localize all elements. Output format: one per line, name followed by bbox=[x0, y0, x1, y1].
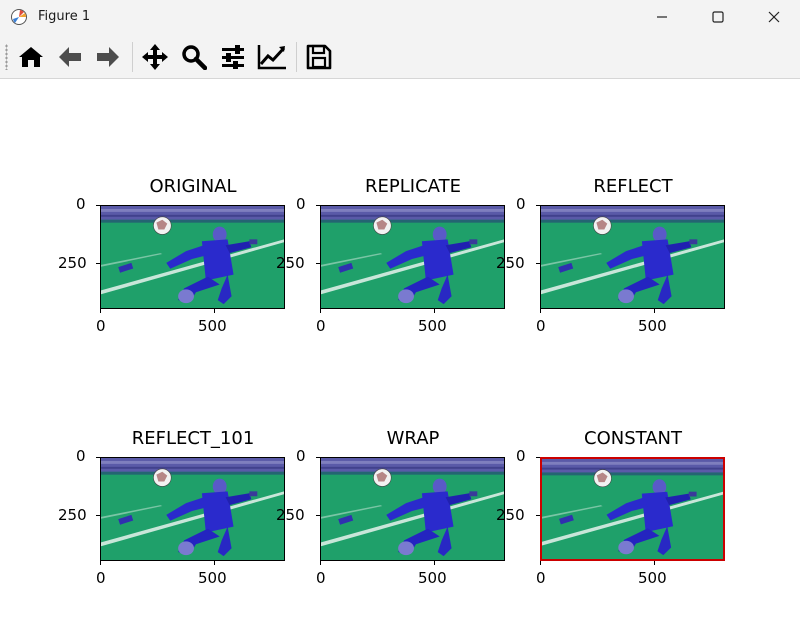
toolbar-separator bbox=[296, 42, 297, 72]
x-tick-label: 0 bbox=[316, 569, 326, 587]
x-tick-label: 0 bbox=[96, 569, 106, 587]
y-tick bbox=[96, 457, 100, 458]
x-tick-label: 0 bbox=[96, 317, 106, 335]
home-button[interactable] bbox=[16, 42, 46, 72]
y-tick-label: 0 bbox=[76, 195, 86, 213]
close-icon bbox=[768, 11, 780, 23]
window-title: Figure 1 bbox=[38, 9, 91, 24]
y-tick bbox=[536, 515, 540, 516]
x-tick-label: 500 bbox=[638, 569, 667, 587]
x-tick bbox=[320, 309, 321, 313]
y-tick-label: 0 bbox=[296, 447, 306, 465]
y-tick bbox=[96, 205, 100, 206]
photo-player bbox=[101, 458, 284, 560]
y-tick-label: 250 bbox=[58, 254, 87, 272]
y-tick bbox=[536, 457, 540, 458]
subplot-title: REFLECT bbox=[593, 176, 673, 197]
arrow-right-icon bbox=[97, 47, 119, 67]
floppy-disk-icon bbox=[306, 44, 332, 70]
toolbar-separator bbox=[132, 42, 133, 72]
x-tick bbox=[654, 309, 655, 313]
y-tick-label: 250 bbox=[496, 254, 525, 272]
back-button[interactable] bbox=[55, 42, 85, 72]
minimize-button[interactable] bbox=[634, 0, 690, 34]
x-tick-label: 500 bbox=[418, 569, 447, 587]
photo-player bbox=[321, 206, 504, 308]
y-tick bbox=[536, 205, 540, 206]
x-tick-label: 500 bbox=[638, 317, 667, 335]
y-tick bbox=[96, 263, 100, 264]
subplot-title: WRAP bbox=[386, 428, 440, 449]
navigation-toolbar bbox=[0, 34, 800, 79]
x-tick bbox=[100, 561, 101, 565]
title-bar: Figure 1 bbox=[0, 0, 800, 34]
line-chart-icon bbox=[257, 45, 286, 70]
image-panel bbox=[540, 205, 725, 309]
y-tick-label: 0 bbox=[516, 447, 526, 465]
arrow-left-icon bbox=[59, 47, 81, 67]
image-panel bbox=[540, 457, 725, 561]
move-icon bbox=[142, 44, 168, 70]
x-tick bbox=[540, 309, 541, 313]
x-tick-label: 0 bbox=[316, 317, 326, 335]
x-tick-label: 500 bbox=[198, 569, 227, 587]
maximize-icon bbox=[712, 11, 724, 23]
pan-button[interactable] bbox=[140, 42, 170, 72]
y-tick bbox=[316, 457, 320, 458]
y-tick-label: 0 bbox=[76, 447, 86, 465]
zoom-button[interactable] bbox=[179, 42, 209, 72]
x-tick bbox=[654, 561, 655, 565]
y-tick bbox=[316, 263, 320, 264]
x-tick bbox=[100, 309, 101, 313]
minimize-icon bbox=[657, 16, 667, 18]
x-tick bbox=[434, 309, 435, 313]
image-panel bbox=[320, 205, 505, 309]
y-tick bbox=[316, 205, 320, 206]
subplot-title: ORIGINAL bbox=[149, 176, 237, 197]
forward-button[interactable] bbox=[93, 42, 123, 72]
toolbar-grip bbox=[5, 44, 8, 70]
x-tick bbox=[434, 561, 435, 565]
photo-player bbox=[542, 459, 723, 559]
y-tick-label: 250 bbox=[496, 506, 525, 524]
y-tick-label: 0 bbox=[296, 195, 306, 213]
image-panel bbox=[100, 205, 285, 309]
edit-axis-button[interactable] bbox=[257, 42, 287, 72]
y-tick-label: 250 bbox=[276, 254, 305, 272]
x-tick bbox=[214, 309, 215, 313]
y-tick bbox=[536, 263, 540, 264]
subplot-title: REFLECT_101 bbox=[131, 428, 255, 449]
subplot-title: CONSTANT bbox=[584, 428, 682, 449]
app-icon bbox=[11, 9, 27, 25]
y-tick-label: 250 bbox=[276, 506, 305, 524]
x-tick-label: 0 bbox=[536, 569, 546, 587]
search-icon bbox=[182, 45, 207, 70]
save-button[interactable] bbox=[304, 42, 334, 72]
x-tick-label: 500 bbox=[418, 317, 447, 335]
image-panel bbox=[320, 457, 505, 561]
x-tick-label: 500 bbox=[198, 317, 227, 335]
x-tick-label: 0 bbox=[536, 317, 546, 335]
sliders-icon bbox=[222, 45, 244, 69]
x-tick bbox=[320, 561, 321, 565]
photo-player bbox=[101, 206, 284, 308]
close-button[interactable] bbox=[746, 0, 800, 34]
image-panel bbox=[100, 457, 285, 561]
y-tick-label: 250 bbox=[58, 506, 87, 524]
y-tick bbox=[96, 515, 100, 516]
configure-subplots-button[interactable] bbox=[218, 42, 248, 72]
x-tick bbox=[214, 561, 215, 565]
x-tick bbox=[540, 561, 541, 565]
y-tick-label: 0 bbox=[516, 195, 526, 213]
maximize-button[interactable] bbox=[690, 0, 746, 34]
figure-canvas[interactable]: ORIGINAL 0 250 0 500 REPLICATE 0 250 0 5… bbox=[0, 79, 800, 634]
photo-player bbox=[541, 206, 724, 308]
photo-player bbox=[321, 458, 504, 560]
subplot-title: REPLICATE bbox=[365, 176, 461, 197]
y-tick bbox=[316, 515, 320, 516]
home-icon bbox=[19, 47, 43, 67]
